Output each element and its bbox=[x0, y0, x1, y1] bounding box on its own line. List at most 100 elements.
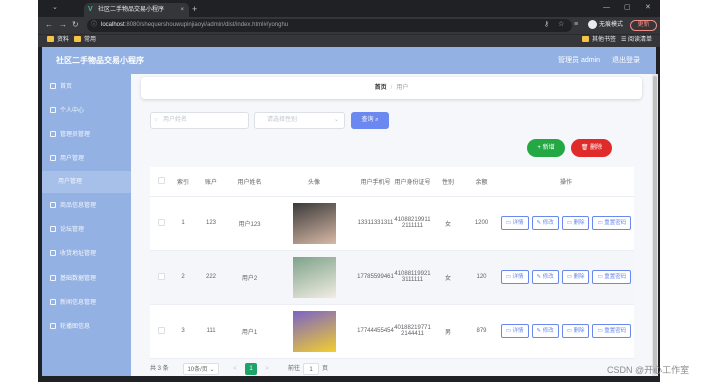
sidebar-item-label: 用户管理 bbox=[58, 179, 83, 185]
header-account: 账户 bbox=[194, 167, 228, 197]
new-tab-icon[interactable]: + bbox=[192, 3, 197, 15]
prev-page-button[interactable]: < bbox=[230, 363, 240, 375]
forward-icon[interactable]: → bbox=[59, 19, 67, 31]
action-buttons: ▭ 详情 ✎ 修改 ▭ 删除 ▭ 重置密码 bbox=[498, 324, 634, 338]
breadcrumb-home[interactable]: 首页 bbox=[375, 85, 387, 91]
header-avatar: 头像 bbox=[271, 167, 357, 197]
reset-password-button[interactable]: ▭ 重置密码 bbox=[592, 324, 632, 338]
next-page-button[interactable]: > bbox=[262, 363, 272, 375]
close-window-icon[interactable]: ✕ bbox=[645, 3, 651, 13]
logout-link[interactable]: 退出登录 bbox=[612, 47, 640, 74]
sidebar-item[interactable]: 管理员管理 bbox=[42, 124, 131, 146]
sidebar-item[interactable]: 新闻信息管理 bbox=[42, 292, 131, 314]
sidebar-item-label: 论坛管理 bbox=[60, 227, 85, 233]
detail-button[interactable]: ▭ 详情 bbox=[500, 216, 529, 230]
search-name-input[interactable]: ○ 用户姓名 bbox=[150, 112, 249, 129]
edit-button[interactable]: ✎ 修改 bbox=[531, 216, 559, 230]
app-title: 社区二手物品交易小程序 bbox=[56, 56, 144, 65]
row-checkbox[interactable] bbox=[157, 326, 165, 334]
sidebar-subitem-users[interactable]: 用户管理 bbox=[42, 171, 131, 193]
cell-phone: 13311331311 bbox=[357, 196, 394, 251]
close-tab-icon[interactable]: × bbox=[180, 3, 184, 17]
edit-button[interactable]: ✎ 修改 bbox=[531, 324, 559, 338]
bookmark-label: 常用 bbox=[84, 37, 97, 43]
page-size-select[interactable]: 10条/页 ⌄ bbox=[183, 363, 219, 375]
reading-list-icon[interactable]: ≡ bbox=[574, 19, 578, 31]
sidebar-item[interactable]: 轮播图信息 bbox=[42, 316, 131, 338]
scrollbar-thumb[interactable] bbox=[653, 76, 657, 374]
edit-button[interactable]: ✎ 修改 bbox=[531, 270, 559, 284]
sidebar-item[interactable]: 论坛管理 bbox=[42, 219, 131, 241]
breadcrumb-separator: / bbox=[390, 85, 393, 91]
cell-name: 用户2 bbox=[228, 250, 271, 305]
cell-account: 123 bbox=[194, 196, 228, 251]
bookmark-label: 阅读清单 bbox=[628, 37, 653, 43]
delete-button[interactable]: ▭ 删除 bbox=[561, 270, 590, 284]
bulk-delete-button[interactable]: 🗑 删除 bbox=[571, 139, 612, 157]
maximize-icon[interactable]: ▢ bbox=[624, 3, 631, 13]
delete-button-label: 删除 bbox=[573, 220, 585, 226]
sidebar-item[interactable]: 基础数据管理 bbox=[42, 268, 131, 290]
incognito-label: 无痕模式 bbox=[599, 22, 624, 28]
address-icon bbox=[50, 250, 56, 257]
delete-button[interactable]: ▭ 删除 bbox=[561, 216, 590, 230]
cell-balance: 1200 bbox=[465, 196, 498, 251]
update-button[interactable]: 更新 bbox=[630, 20, 657, 31]
sidebar-item-label: 商品信息管理 bbox=[60, 203, 97, 209]
select-all-checkbox[interactable] bbox=[157, 176, 165, 184]
other-bookmarks[interactable]: 其他书签 bbox=[582, 35, 616, 46]
minimize-icon[interactable]: — bbox=[603, 3, 610, 13]
header-phone: 用户手机号 bbox=[357, 167, 394, 197]
back-icon[interactable]: ← bbox=[45, 19, 53, 31]
bookmark-folder-2[interactable]: 常用 bbox=[74, 35, 96, 46]
news-icon bbox=[50, 299, 56, 306]
bookmark-folder-1[interactable]: 资料 bbox=[47, 35, 69, 46]
detail-button[interactable]: ▭ 详情 bbox=[500, 270, 529, 284]
detail-button[interactable]: ▭ 详情 bbox=[500, 324, 529, 338]
bookmark-star-icon[interactable]: ☆ bbox=[558, 19, 564, 31]
cell-name: 用户123 bbox=[228, 196, 271, 251]
gender-select[interactable]: 请选择性别 ⌄ bbox=[254, 112, 345, 129]
reload-icon[interactable]: ↻ bbox=[72, 19, 79, 31]
cell-phone: 17744455454 bbox=[357, 304, 394, 359]
address-bar[interactable]: ⓘ localhost:8080/shequershouwupinjiaoyi/… bbox=[87, 19, 572, 32]
row-checkbox[interactable] bbox=[157, 218, 165, 226]
page-1-button[interactable]: 1 bbox=[245, 363, 257, 375]
edit-button-label: 修改 bbox=[542, 220, 554, 226]
reset-password-button[interactable]: ▭ 重置密码 bbox=[592, 270, 632, 284]
incognito-indicator[interactable]: 无痕模式 bbox=[588, 19, 623, 31]
bookmark-label: 其他书签 bbox=[592, 37, 617, 43]
sidebar-item[interactable]: 首页 bbox=[42, 76, 131, 98]
search-icon: ⌕ bbox=[375, 117, 379, 123]
delete-button[interactable]: ▭ 删除 bbox=[561, 324, 590, 338]
sidebar-item[interactable]: 个人中心 bbox=[42, 100, 131, 122]
reset-password-button-label: 重置密码 bbox=[604, 328, 627, 334]
site-info-icon[interactable]: ⓘ bbox=[91, 19, 97, 32]
vertical-scrollbar[interactable] bbox=[652, 74, 658, 376]
cell-account: 111 bbox=[194, 304, 228, 359]
header-balance: 余额 bbox=[465, 167, 498, 197]
breadcrumb-current: 用户 bbox=[396, 85, 409, 91]
reset-password-button[interactable]: ▭ 重置密码 bbox=[592, 216, 632, 230]
row-checkbox[interactable] bbox=[157, 272, 165, 280]
tab-search-icon[interactable]: ⌄ bbox=[52, 3, 58, 11]
sidebar-item[interactable]: 收货地址管理 bbox=[42, 243, 131, 265]
sidebar-item[interactable]: 用户管理 bbox=[42, 148, 131, 170]
url-path: :8080/shequershouwupinjiaoyi/admin/dist/… bbox=[124, 22, 289, 28]
delete-button-label: 删除 bbox=[573, 328, 585, 334]
cell-actions: ▭ 详情 ✎ 修改 ▭ 删除 ▭ 重置密码 bbox=[498, 196, 634, 251]
browser-tab[interactable]: V 社区二手物品交易小程序 × bbox=[84, 3, 189, 17]
key-icon[interactable]: ⚷ bbox=[544, 19, 549, 31]
detail-button-label: 详情 bbox=[512, 328, 524, 334]
table-row: 2 222 用户2 17785599461 410881199213111111 女 120… bbox=[150, 250, 634, 305]
reading-list[interactable]: ☰ 阅读清单 bbox=[621, 35, 652, 46]
goto-page-input[interactable]: 1 bbox=[303, 363, 319, 375]
avatar-image bbox=[292, 256, 336, 298]
search-button[interactable]: 查询 ⌕ bbox=[351, 112, 389, 129]
add-button[interactable]: + 新增 bbox=[527, 139, 565, 157]
sidebar-item[interactable]: 商品信息管理 bbox=[42, 195, 131, 217]
goods-icon bbox=[50, 202, 56, 209]
user-table: 索引 账户 用户姓名 头像 用户手机号 用户身份证号 性别 余额 操作 1 123… bbox=[150, 167, 634, 359]
gender-select-placeholder: 请选择性别 bbox=[267, 117, 298, 123]
incognito-icon bbox=[588, 19, 597, 29]
